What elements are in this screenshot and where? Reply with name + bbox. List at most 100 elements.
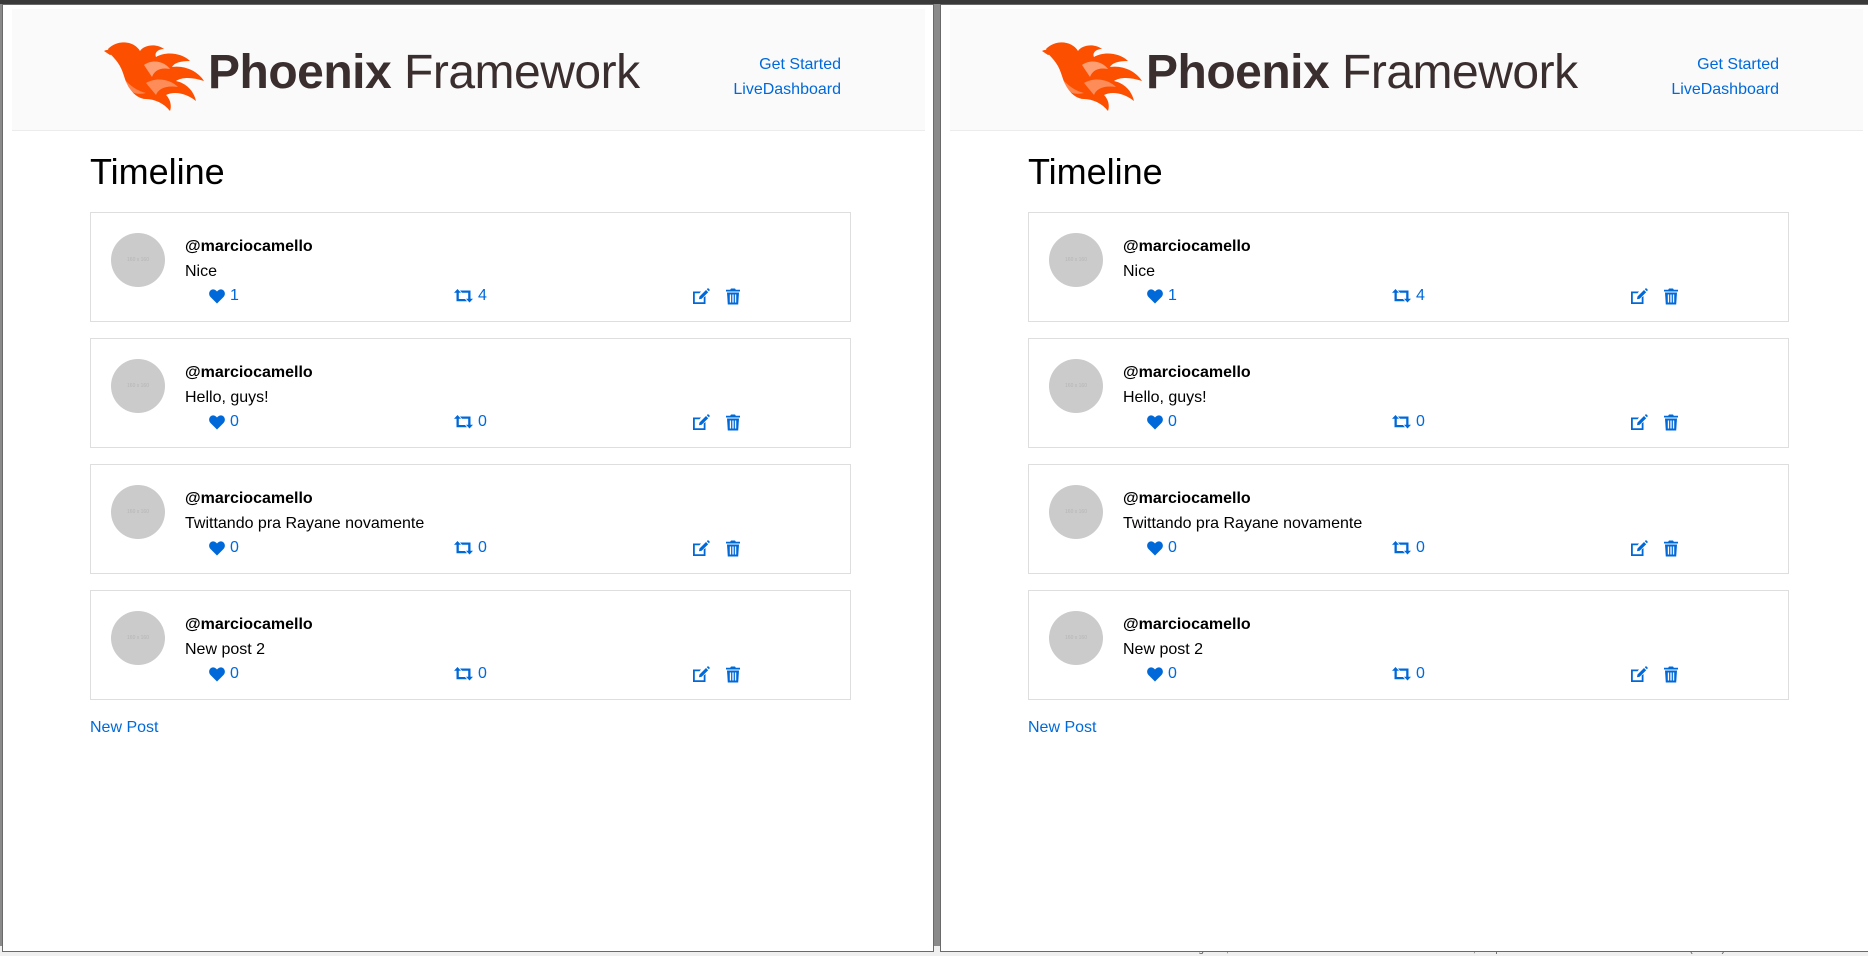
retweet-icon bbox=[1392, 289, 1411, 303]
edit-button[interactable] bbox=[692, 286, 710, 306]
heart-icon bbox=[209, 288, 225, 303]
post-body: Twittando pra Rayane novamente bbox=[1123, 515, 1363, 532]
edit-button[interactable] bbox=[1630, 664, 1648, 684]
like-button[interactable]: 1 bbox=[209, 286, 239, 306]
edit-button[interactable] bbox=[1630, 412, 1648, 432]
post-author: @marciocamello bbox=[185, 238, 313, 255]
timeline-post: 160 x 160 @marciocamello New post 2 0 0 bbox=[1028, 590, 1789, 700]
phoenix-bird-icon bbox=[104, 42, 204, 111]
repost-button[interactable]: 4 bbox=[454, 286, 487, 306]
edit-button[interactable] bbox=[692, 664, 710, 684]
repost-button[interactable]: 0 bbox=[454, 538, 487, 558]
header-nav: Get Started LiveDashboard bbox=[733, 52, 841, 102]
repost-count: 0 bbox=[1416, 665, 1425, 682]
edit-icon bbox=[1631, 665, 1648, 682]
delete-button[interactable] bbox=[726, 412, 740, 432]
logo-wordmark: Phoenix Framework bbox=[1146, 47, 1578, 99]
post-body: New post 2 bbox=[1123, 641, 1204, 658]
edit-button[interactable] bbox=[1630, 538, 1648, 558]
like-button[interactable]: 0 bbox=[209, 538, 239, 558]
logo-bold-text: Phoenix bbox=[208, 46, 392, 99]
trash-icon bbox=[1664, 540, 1678, 556]
new-post-link[interactable]: New Post bbox=[90, 719, 158, 737]
like-button[interactable]: 0 bbox=[209, 664, 239, 684]
edit-icon bbox=[693, 665, 710, 682]
edit-icon bbox=[1631, 287, 1648, 304]
timeline-post-list: 160 x 160 @marciocamello Nice 1 4 160 x … bbox=[90, 212, 851, 716]
like-button[interactable]: 0 bbox=[1147, 412, 1177, 432]
retweet-icon bbox=[1392, 667, 1411, 681]
repost-button[interactable]: 0 bbox=[1392, 538, 1425, 558]
repost-button[interactable]: 0 bbox=[454, 664, 487, 684]
delete-button[interactable] bbox=[1664, 538, 1678, 558]
edit-button[interactable] bbox=[692, 538, 710, 558]
edit-icon bbox=[693, 287, 710, 304]
timeline-post: 160 x 160 @marciocamello New post 2 0 0 bbox=[90, 590, 851, 700]
repost-button[interactable]: 4 bbox=[1392, 286, 1425, 306]
trash-icon bbox=[726, 288, 740, 304]
logo-bold-text: Phoenix bbox=[1146, 46, 1330, 99]
like-count: 0 bbox=[1168, 413, 1177, 430]
heart-icon bbox=[1147, 288, 1163, 303]
heart-icon bbox=[1147, 540, 1163, 555]
repost-count: 4 bbox=[1416, 287, 1425, 304]
phoenix-logo[interactable]: Phoenix Framework bbox=[1038, 35, 1578, 111]
post-body: Nice bbox=[1123, 263, 1156, 280]
delete-button[interactable] bbox=[1664, 664, 1678, 684]
trash-icon bbox=[1664, 288, 1678, 304]
repost-count: 0 bbox=[478, 665, 487, 682]
repost-count: 0 bbox=[478, 413, 487, 430]
like-count: 0 bbox=[230, 539, 239, 556]
logo-wordmark: Phoenix Framework bbox=[208, 47, 640, 99]
post-body: Twittando pra Rayane novamente bbox=[185, 515, 425, 532]
site-header: Phoenix Framework Get Started LiveDashbo… bbox=[950, 9, 1863, 131]
repost-count: 0 bbox=[1416, 539, 1425, 556]
avatar: 160 x 160 bbox=[111, 233, 165, 287]
edit-button[interactable] bbox=[1630, 286, 1648, 306]
delete-button[interactable] bbox=[726, 286, 740, 306]
phoenix-bird-icon bbox=[1042, 42, 1142, 111]
logo-regular-text: Framework bbox=[1342, 46, 1578, 99]
browser-window-left: Phoenix Framework Get Started LiveDashbo… bbox=[2, 4, 934, 952]
post-author: @marciocamello bbox=[1123, 364, 1251, 381]
like-count: 0 bbox=[230, 413, 239, 430]
logo-regular-text: Framework bbox=[404, 46, 640, 99]
repost-button[interactable]: 0 bbox=[1392, 412, 1425, 432]
phoenix-logo[interactable]: Phoenix Framework bbox=[100, 35, 640, 111]
post-author: @marciocamello bbox=[185, 364, 313, 381]
get-started-link[interactable]: Get Started bbox=[733, 52, 841, 77]
delete-button[interactable] bbox=[726, 664, 740, 684]
timeline-post: 160 x 160 @marciocamello Nice 1 4 bbox=[1028, 212, 1789, 322]
live-dashboard-link[interactable]: LiveDashboard bbox=[733, 77, 841, 102]
delete-button[interactable] bbox=[1664, 412, 1678, 432]
page-title: Timeline bbox=[90, 151, 225, 192]
repost-button[interactable]: 0 bbox=[454, 412, 487, 432]
retweet-icon bbox=[454, 415, 473, 429]
post-author: @marciocamello bbox=[1123, 616, 1251, 633]
post-author: @marciocamello bbox=[185, 616, 313, 633]
heart-icon bbox=[1147, 414, 1163, 429]
timeline-post: 160 x 160 @marciocamello Twittando pra R… bbox=[90, 464, 851, 574]
post-author: @marciocamello bbox=[1123, 238, 1251, 255]
like-button[interactable]: 0 bbox=[1147, 664, 1177, 684]
post-author: @marciocamello bbox=[185, 490, 313, 507]
like-count: 0 bbox=[1168, 539, 1177, 556]
new-post-link[interactable]: New Post bbox=[1028, 719, 1096, 737]
like-count: 1 bbox=[230, 287, 239, 304]
retweet-icon bbox=[454, 541, 473, 555]
repost-button[interactable]: 0 bbox=[1392, 664, 1425, 684]
edit-icon bbox=[693, 539, 710, 556]
avatar: 160 x 160 bbox=[111, 485, 165, 539]
like-button[interactable]: 0 bbox=[1147, 538, 1177, 558]
get-started-link[interactable]: Get Started bbox=[1671, 52, 1779, 77]
edit-button[interactable] bbox=[692, 412, 710, 432]
trash-icon bbox=[726, 540, 740, 556]
like-button[interactable]: 0 bbox=[209, 412, 239, 432]
like-button[interactable]: 1 bbox=[1147, 286, 1177, 306]
avatar: 160 x 160 bbox=[1049, 359, 1103, 413]
live-dashboard-link[interactable]: LiveDashboard bbox=[1671, 77, 1779, 102]
delete-button[interactable] bbox=[1664, 286, 1678, 306]
post-body: New post 2 bbox=[185, 641, 266, 658]
retweet-icon bbox=[454, 667, 473, 681]
delete-button[interactable] bbox=[726, 538, 740, 558]
